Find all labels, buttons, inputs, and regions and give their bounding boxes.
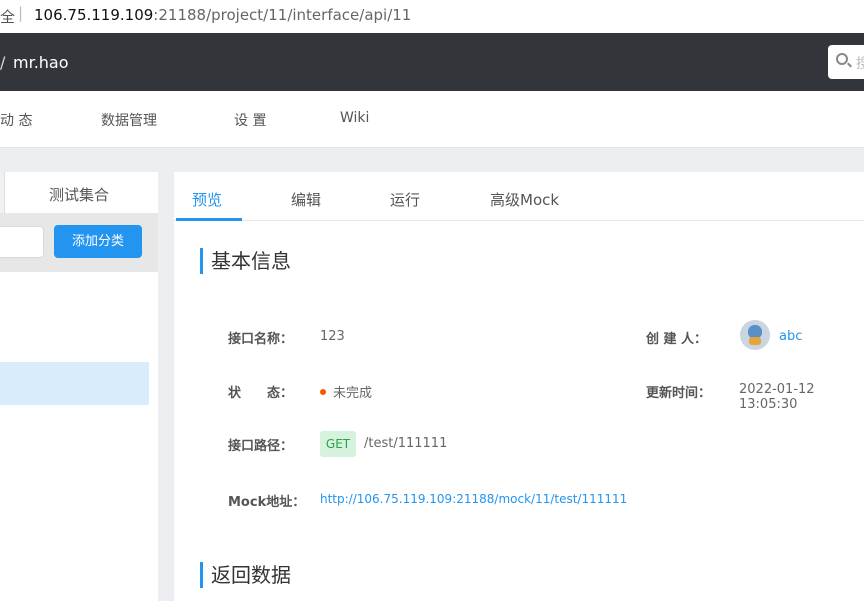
status-label: 状 态： — [228, 386, 294, 401]
interface-name-value: 123 — [320, 329, 345, 344]
status-value: 未完成 — [320, 382, 372, 401]
breadcrumb-separator: / — [0, 53, 6, 72]
interface-sidebar: 测试集合 添加分类 — [0, 172, 158, 601]
tab-run[interactable]: 运行 — [390, 189, 420, 210]
search-icon — [836, 53, 848, 65]
tab-edit[interactable]: 编辑 — [291, 189, 321, 210]
status-text: 未完成 — [333, 386, 373, 401]
active-tab-indicator — [176, 218, 242, 221]
tab-advanced-mock[interactable]: 高级Mock — [490, 189, 559, 210]
search-placeholder: 搜 — [856, 56, 864, 72]
subnav-wiki[interactable]: Wiki — [340, 110, 369, 126]
selected-interface-item[interactable] — [0, 362, 149, 405]
updated-time-label: 更新时间： — [646, 386, 712, 401]
security-indicator[interactable]: 全 — [0, 6, 15, 27]
url-host: 106.75.119.109 — [34, 6, 154, 24]
url-text[interactable]: 106.75.119.109:21188/project/11/interfac… — [34, 6, 411, 24]
updated-time-value: 2022-01-12 13:05:30 — [739, 382, 815, 412]
tab-preview[interactable]: 预览 — [192, 189, 222, 210]
top-header: / mr.hao 搜 — [0, 33, 864, 91]
url-path: :21188/project/11/interface/api/11 — [153, 6, 412, 24]
browser-address-bar[interactable]: 全 | 106.75.119.109:21188/project/11/inte… — [0, 0, 864, 33]
status-dot — [320, 389, 326, 395]
creator-avatar[interactable] — [740, 320, 770, 350]
section-basic-info: 基本信息 — [200, 246, 291, 276]
interface-search-input[interactable] — [0, 226, 44, 258]
interface-detail-panel: 预览 编辑 运行 高级Mock 基本信息 接口名称： 123 创 建 人： ab… — [174, 172, 864, 601]
add-category-button[interactable]: 添加分类 — [54, 225, 142, 258]
creator-label: 创 建 人： — [646, 332, 708, 347]
mock-address-label: Mock地址： — [228, 495, 306, 510]
subnav-data-management[interactable]: 数据管理 — [101, 110, 157, 130]
mock-address-link[interactable]: http://106.75.119.109:21188/mock/11/test… — [320, 492, 627, 506]
search-input[interactable]: 搜 — [828, 45, 864, 79]
interface-path-value: /test/111111 — [364, 436, 448, 451]
sidebar-toolbar: 添加分类 — [0, 213, 158, 272]
method-badge: GET — [320, 431, 356, 457]
detail-tabs: 预览 编辑 运行 高级Mock — [174, 172, 864, 221]
project-subnav: 动 态 数据管理 设 置 Wiki — [0, 91, 864, 148]
section-return-data: 返回数据 — [200, 560, 291, 590]
interface-name-label: 接口名称： — [228, 332, 294, 347]
creator-link[interactable]: abc — [779, 329, 802, 344]
subnav-activity[interactable]: 动 态 — [0, 110, 32, 130]
subnav-settings[interactable]: 设 置 — [234, 110, 266, 130]
project-owner-name[interactable]: mr.hao — [13, 53, 69, 72]
address-separator: | — [18, 4, 24, 22]
interface-path-label: 接口路径： — [228, 439, 294, 454]
tab-test-collection[interactable]: 测试集合 — [4, 172, 158, 213]
tab-test-collection-label: 测试集合 — [49, 186, 110, 204]
